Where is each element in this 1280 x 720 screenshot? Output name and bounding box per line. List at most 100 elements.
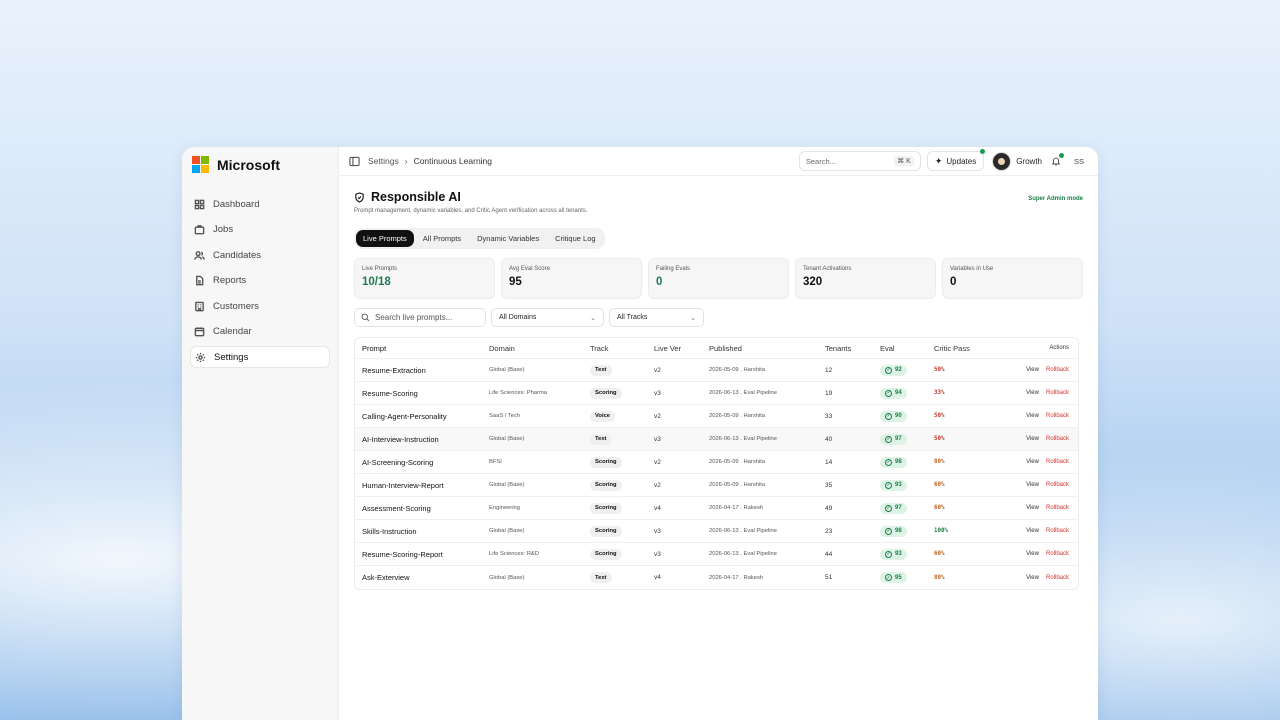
page-title: Responsible AI [371, 190, 461, 204]
sidebar-item-settings[interactable]: Settings [190, 346, 330, 368]
critic-pass-cell: 60% [934, 482, 945, 488]
published-cell: 2026-06-13 . Eval Pipeline [709, 551, 777, 557]
view-button[interactable]: View [1026, 367, 1039, 373]
table-row[interactable]: Assessment-Scoring Engineering Scoring v4 20… [355, 497, 1078, 520]
view-button[interactable]: View [1026, 482, 1039, 488]
column-header: Critic Pass [934, 343, 970, 353]
brand-name: Microsoft [217, 157, 280, 173]
track-badge: Scoring [590, 525, 622, 537]
column-header: Published [709, 343, 742, 353]
prompt-name[interactable]: Skills-Instruction [355, 527, 489, 536]
critic-pass-cell: 80% [934, 574, 945, 581]
table-row[interactable]: Resume-Scoring-Report Life Sciences: R&D S… [355, 543, 1078, 566]
check-circle-icon: ✓ [885, 389, 892, 397]
sidebar-item-reports[interactable]: Reports [190, 270, 330, 292]
track-badge: Text [590, 433, 612, 445]
track-badge: Voice [590, 410, 616, 422]
rollback-button[interactable]: Rollback [1046, 390, 1069, 396]
tenants-cell: 12 [825, 366, 833, 374]
rollback-button[interactable]: Rollback [1046, 551, 1069, 557]
track-badge: Scoring [590, 548, 622, 560]
column-header: Tenants [825, 343, 852, 353]
table-row[interactable]: Skills-Instruction Global (Base) Scoring v3… [355, 520, 1078, 543]
rollback-button[interactable]: Rollback [1046, 505, 1069, 511]
view-button[interactable]: View [1026, 575, 1039, 581]
stat-card: Failing Evals 0 [648, 258, 789, 299]
track-select[interactable]: All Tracks ⌄ [609, 308, 704, 327]
check-circle-icon: ✓ [885, 504, 892, 512]
view-button[interactable]: View [1026, 413, 1039, 419]
sidebar-item-candidates[interactable]: Candidates [190, 244, 330, 266]
view-button[interactable]: View [1026, 436, 1039, 442]
notifications-button[interactable] [1048, 153, 1064, 169]
sidebar-toggle-icon[interactable] [349, 156, 360, 167]
table-row[interactable]: Resume-Scoring Life Sciences: Pharma Scori… [355, 382, 1078, 405]
sidebar-item-calendar[interactable]: Calendar [190, 321, 330, 343]
prompt-search-input[interactable]: Search live prompts... [354, 308, 486, 327]
rollback-button[interactable]: Rollback [1046, 575, 1069, 581]
prompt-name[interactable]: Calling-Agent-Personality [355, 412, 489, 421]
published-cell: 2026-06-13 . Eval Pipeline [709, 390, 777, 396]
live-version-cell: v2 [654, 366, 661, 374]
breadcrumb-current: Continuous Learning [413, 156, 493, 166]
tenants-cell: 19 [825, 389, 833, 397]
table-row[interactable]: AI-Interview-Instruction Global (Base) Tex… [355, 428, 1078, 451]
stat-label: Live Prompts [362, 266, 398, 272]
stat-card: Tenant Activations 320 [795, 258, 936, 299]
published-cell: 2026-05-09 . Harshita [709, 413, 766, 419]
prompt-name[interactable]: Assessment-Scoring [355, 504, 489, 513]
domain-cell: SaaS / Tech [489, 413, 521, 419]
table-row[interactable]: Resume-Extraction Global (Base) Text v2 2026… [355, 359, 1078, 382]
tab-live-prompts[interactable]: Live Prompts [356, 230, 414, 247]
rollback-button[interactable]: Rollback [1046, 367, 1069, 373]
eval-score-badge: ✓ 97 [880, 433, 907, 445]
prompt-name[interactable]: AI-Screening-Scoring [355, 458, 489, 467]
domain-select[interactable]: All Domains ⌄ [491, 308, 604, 327]
rollback-button[interactable]: Rollback [1046, 459, 1069, 465]
tab-dynamic-variables[interactable]: Dynamic Variables [470, 230, 546, 247]
live-version-cell: v3 [654, 435, 661, 443]
prompt-name[interactable]: Human-Interview-Report [355, 481, 489, 490]
tenants-cell: 40 [825, 435, 833, 443]
eval-score: 93 [895, 482, 902, 489]
eval-score: 95 [895, 574, 902, 581]
prompt-name[interactable]: Resume-Scoring-Report [355, 550, 489, 559]
sidebar-item-dashboard[interactable]: Dashboard [190, 193, 330, 215]
table-row[interactable]: Calling-Agent-Personality SaaS / Tech Voic… [355, 405, 1078, 428]
eval-score: 97 [895, 436, 902, 443]
track-badge: Scoring [590, 479, 622, 491]
view-button[interactable]: View [1026, 551, 1039, 557]
prompt-name[interactable]: Resume-Scoring [355, 389, 489, 398]
table-row[interactable]: Human-Interview-Report Global (Base) Scori… [355, 474, 1078, 497]
live-version-cell: v3 [654, 527, 661, 535]
global-search-input[interactable]: Search... ⌘ K [798, 151, 921, 171]
live-version-cell: v4 [654, 574, 661, 581]
workspace-switcher[interactable]: Growth [990, 151, 1042, 171]
user-initials-avatar[interactable]: SS [1070, 157, 1088, 166]
sidebar-item-jobs[interactable]: Jobs [190, 219, 330, 241]
stat-value: 0 [656, 276, 663, 288]
rollback-button[interactable]: Rollback [1046, 436, 1069, 442]
rollback-button[interactable]: Rollback [1046, 413, 1069, 419]
brand[interactable]: Microsoft [192, 155, 330, 175]
rollback-button[interactable]: Rollback [1046, 528, 1069, 534]
view-button[interactable]: View [1026, 505, 1039, 511]
sidebar: Microsoft Dashboard Jobs Candidates Reports… [182, 147, 339, 720]
sidebar-item-customers[interactable]: Customers [190, 295, 330, 317]
updates-button[interactable]: ✦ Updates [926, 149, 986, 171]
tab-critique-log[interactable]: Critique Log [548, 230, 602, 247]
check-circle-icon: ✓ [885, 435, 892, 443]
view-button[interactable]: View [1026, 459, 1039, 465]
breadcrumb-settings[interactable]: Settings [368, 156, 399, 166]
rollback-button[interactable]: Rollback [1046, 482, 1069, 488]
table-row[interactable]: AI-Screening-Scoring BFSI Scoring v2 2026-05… [355, 451, 1078, 474]
view-button[interactable]: View [1026, 390, 1039, 396]
prompt-name[interactable]: AI-Interview-Instruction [355, 435, 489, 444]
domain-cell: Global (Base) [489, 574, 525, 581]
table-row[interactable]: Ask-Exterview Global (Base) Text v4 2026-04-… [355, 566, 1078, 589]
prompt-name[interactable]: Resume-Extraction [355, 366, 489, 375]
building-icon [194, 301, 205, 312]
view-button[interactable]: View [1026, 528, 1039, 534]
prompt-name[interactable]: Ask-Exterview [355, 573, 489, 582]
tab-all-prompts[interactable]: All Prompts [416, 230, 468, 247]
